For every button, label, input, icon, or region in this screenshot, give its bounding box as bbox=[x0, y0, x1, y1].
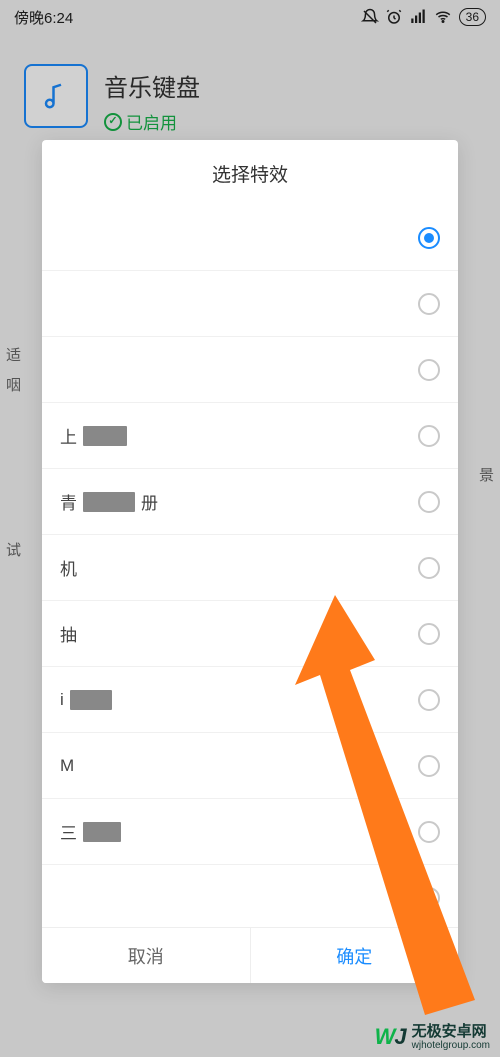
effect-label: M bbox=[60, 756, 74, 776]
radio-button[interactable] bbox=[418, 887, 440, 909]
effect-label: 三 bbox=[60, 819, 121, 844]
dialog-title: 选择特效 bbox=[42, 140, 458, 205]
radio-button[interactable] bbox=[418, 293, 440, 315]
radio-button[interactable] bbox=[418, 227, 440, 249]
dialog-actions: 取消 确定 bbox=[42, 927, 458, 983]
effect-label: i bbox=[60, 690, 112, 710]
radio-button[interactable] bbox=[418, 689, 440, 711]
redacted-text bbox=[83, 822, 121, 842]
watermark-logo: WJ bbox=[375, 1024, 406, 1050]
redacted-text bbox=[70, 690, 112, 710]
effect-row[interactable] bbox=[42, 337, 458, 403]
radio-button[interactable] bbox=[418, 755, 440, 777]
effect-label: 机 bbox=[60, 555, 77, 580]
watermark-brand: 无极安卓网 bbox=[412, 1024, 490, 1041]
effect-label: 抽 bbox=[60, 621, 77, 646]
radio-button[interactable] bbox=[418, 359, 440, 381]
watermark-url: wjhotelgroup.com bbox=[412, 1040, 490, 1051]
cancel-button[interactable]: 取消 bbox=[42, 928, 251, 983]
radio-button[interactable] bbox=[418, 557, 440, 579]
effect-row[interactable] bbox=[42, 865, 458, 927]
redacted-text bbox=[83, 492, 135, 512]
select-effect-dialog: 选择特效 上青册机抽 i M 三 取消 确定 bbox=[42, 140, 458, 983]
effect-row[interactable]: 机 bbox=[42, 535, 458, 601]
effect-row[interactable]: M bbox=[42, 733, 458, 799]
radio-button[interactable] bbox=[418, 821, 440, 843]
effect-label: 上 bbox=[60, 423, 127, 448]
redacted-text bbox=[83, 426, 127, 446]
effect-row[interactable] bbox=[42, 205, 458, 271]
radio-button[interactable] bbox=[418, 425, 440, 447]
effect-row[interactable]: 上 bbox=[42, 403, 458, 469]
ok-button[interactable]: 确定 bbox=[251, 928, 459, 983]
effect-row[interactable]: 抽 bbox=[42, 601, 458, 667]
effect-list[interactable]: 上青册机抽 i M 三 bbox=[42, 205, 458, 927]
watermark: WJ 无极安卓网 wjhotelgroup.com bbox=[375, 1024, 490, 1052]
effect-row[interactable]: 青册 bbox=[42, 469, 458, 535]
effect-row[interactable]: 三 bbox=[42, 799, 458, 865]
effect-row[interactable] bbox=[42, 271, 458, 337]
effect-row[interactable]: i bbox=[42, 667, 458, 733]
radio-button[interactable] bbox=[418, 491, 440, 513]
radio-button[interactable] bbox=[418, 623, 440, 645]
effect-label: 青册 bbox=[60, 489, 158, 514]
